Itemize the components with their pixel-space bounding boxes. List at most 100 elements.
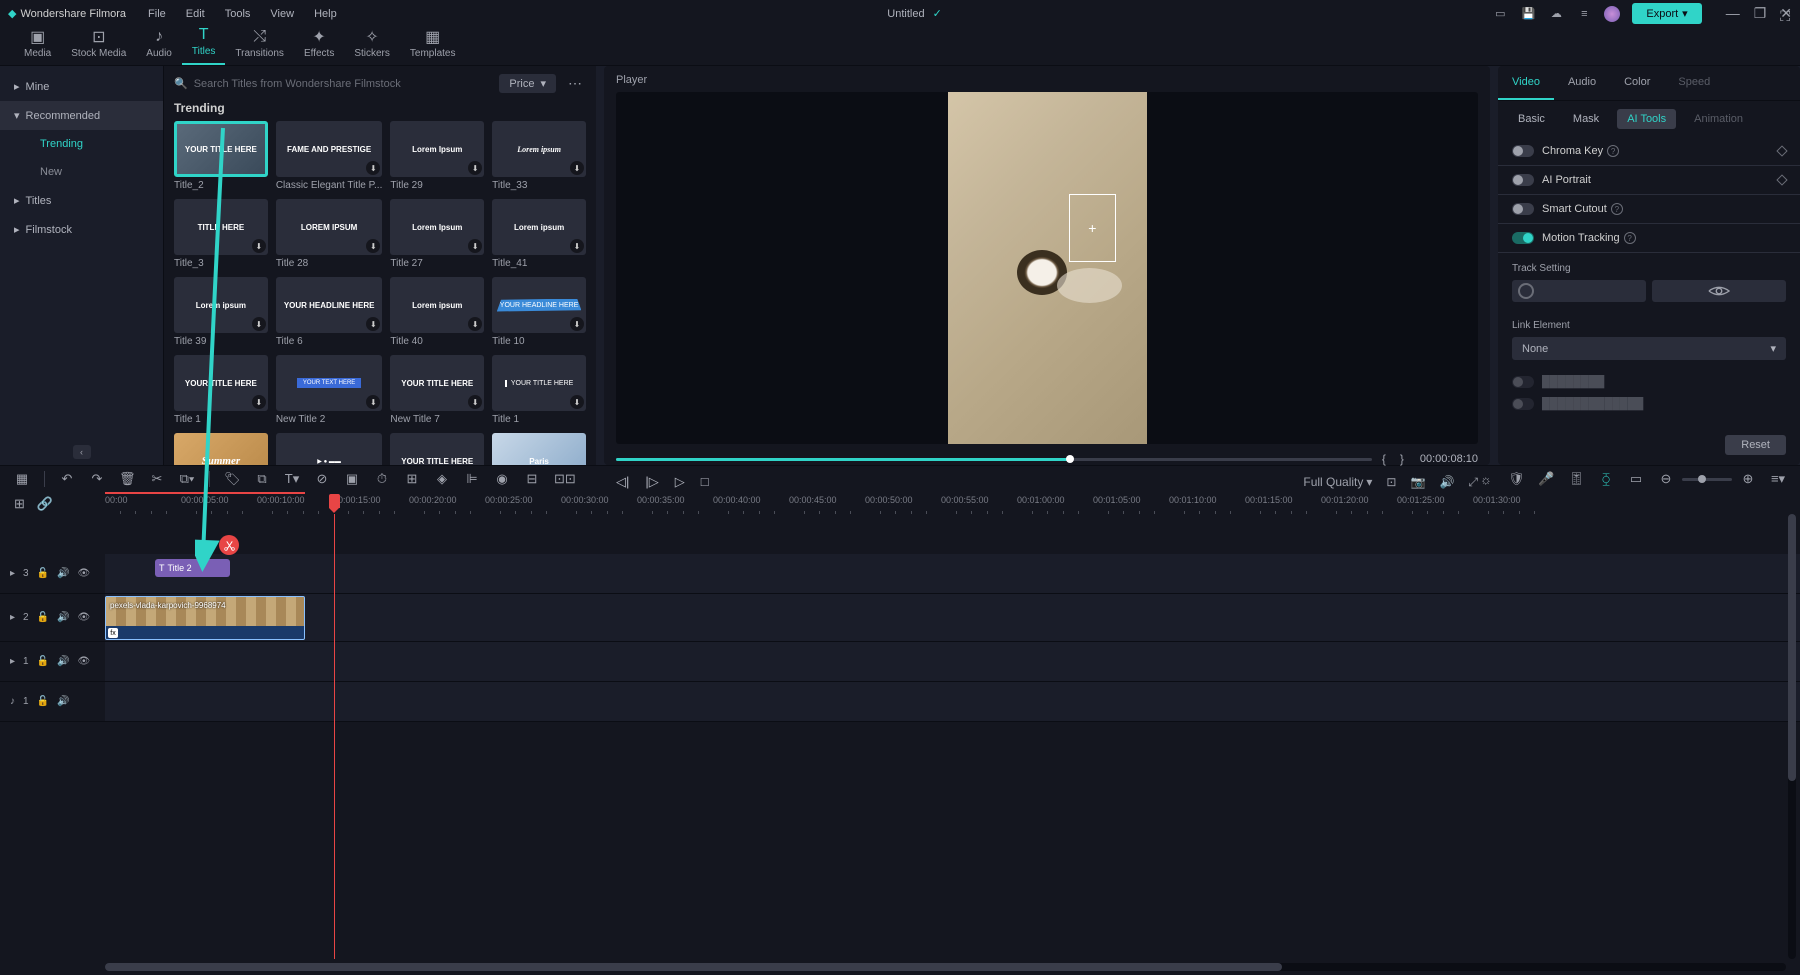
track-row-2[interactable]: pexels-vlada-karpovich-9968974 fx [105,594,1800,642]
keyframe-icon[interactable]: ◈ [434,471,450,487]
title-card[interactable]: Summer [174,433,268,465]
menu-file[interactable]: File [148,8,166,20]
mute-icon[interactable]: 🔊 [57,612,69,623]
title-thumbnail[interactable]: YOUR TITLE HERE [174,121,268,177]
menu-tools[interactable]: Tools [225,8,251,20]
timeline-tracks[interactable]: T Title 2 pexels-vlada-karpovich-9968974… [105,514,1800,959]
subtab-basic[interactable]: Basic [1508,109,1555,129]
snapshot-button-icon[interactable]: 📷 [1410,475,1425,489]
title-thumbnail[interactable]: YOUR HEADLINE HERE⬇ [492,277,586,333]
shield-icon[interactable]: 🛡 [1508,471,1524,487]
redo-icon[interactable]: ↷ [89,471,105,487]
download-icon[interactable]: ⬇ [252,239,266,253]
lock-icon[interactable]: 🔓 [37,656,49,667]
visibility-icon[interactable]: 👁 [78,612,91,623]
maximize-button[interactable]: ❐ [1754,5,1767,22]
tab-media[interactable]: ▣Media [14,26,61,65]
menu-help[interactable]: Help [314,8,337,20]
player-canvas[interactable] [948,92,1147,444]
title-thumbnail[interactable]: FAME AND PRESTIGE⬇ [276,121,383,177]
mark-out-button[interactable]: } [1400,452,1404,466]
track-row-3[interactable]: T Title 2 [105,554,1800,594]
toggle-ai-portrait[interactable] [1512,174,1534,186]
download-icon[interactable]: ⬇ [570,395,584,409]
text-icon[interactable]: T▾ [284,471,300,487]
visibility-icon[interactable]: 👁 [78,568,91,579]
title-card[interactable]: Lorem Ipsum⬇Title 27 [390,199,484,269]
tag-icon[interactable]: 🏷 [224,471,240,487]
title-card[interactable]: Lorem ipsum⬇Title 40 [390,277,484,347]
tab-video[interactable]: Video [1498,66,1554,100]
sidebar-item-titles[interactable]: ▸Titles [0,186,163,215]
title-card[interactable]: YOUR TITLE HERE⬇Title 1 [174,355,268,425]
download-icon[interactable]: ⬇ [252,395,266,409]
title-clip[interactable]: T Title 2 [155,559,230,577]
tab-templates[interactable]: ▦Templates [400,26,466,65]
title-card[interactable]: ▶ ● ▬▬ [276,433,383,465]
delete-icon[interactable]: 🗑 [119,471,135,487]
title-thumbnail[interactable]: Summer [174,433,268,465]
title-card[interactable]: Lorem ipsum⬇Title_41 [492,199,586,269]
lock-icon[interactable]: 🔓 [37,696,49,707]
download-icon[interactable]: ⬇ [468,239,482,253]
title-card[interactable]: Lorem Ipsum⬇Title 29 [390,121,484,191]
title-thumbnail[interactable]: Lorem ipsum⬇ [390,277,484,333]
title-thumbnail[interactable]: YOUR TEXT HERE⬇ [276,355,383,411]
title-thumbnail[interactable]: Lorem ipsum⬇ [492,199,586,255]
sidebar-item-mine[interactable]: ▸Mine [0,72,163,101]
toggle-chroma-key[interactable] [1512,145,1534,157]
help-icon[interactable]: ? [1611,203,1623,215]
subtab-ai-tools[interactable]: AI Tools [1617,109,1676,129]
crop-chevron-icon[interactable]: ⧉▾ [179,471,195,487]
menu-view[interactable]: View [270,8,294,20]
download-icon[interactable]: ⬇ [366,239,380,253]
download-icon[interactable]: ⬇ [366,161,380,175]
play-reverse-button[interactable]: |▷ [645,474,658,490]
volume-icon[interactable]: 🔊 [1439,475,1454,489]
sidebar-collapse-button[interactable]: ‹ [73,445,91,459]
prev-frame-button[interactable]: ◁| [616,474,629,490]
mute-icon[interactable]: 🔊 [57,656,69,667]
title-card[interactable]: YOUR TITLE HERETitle_2 [174,121,268,191]
player-scrubber[interactable] [616,458,1372,461]
motion-track-box[interactable] [1069,194,1116,262]
color-icon[interactable]: ▣ [344,471,360,487]
keyframe-diamond-icon[interactable] [1776,174,1787,185]
toggle-smart-cutout[interactable] [1512,203,1534,215]
download-icon[interactable]: ⬇ [570,317,584,331]
speed-icon[interactable]: ⊘ [314,471,330,487]
help-icon[interactable]: ? [1607,145,1619,157]
timeline-layout-icon[interactable]: ⊞ [14,496,25,512]
title-card[interactable]: TITLE HERE⬇Title_3 [174,199,268,269]
sidebar-item-trending[interactable]: Trending [0,130,163,158]
tab-titles[interactable]: TTitles [182,24,226,65]
layout-icon[interactable]: ▭ [1492,6,1508,22]
track-icon[interactable]: ⊟ [524,471,540,487]
link-element-dropdown[interactable]: None ▾ [1512,337,1786,360]
title-thumbnail[interactable]: Paris [492,433,586,465]
title-card[interactable]: YOUR TITLE HERE⬇New Title 7 [390,355,484,425]
help-icon[interactable]: ? [1624,232,1636,244]
tab-stickers[interactable]: ✧Stickers [344,26,400,65]
title-card[interactable]: YOUR HEADLINE HERE⬇Title 6 [276,277,383,347]
title-thumbnail[interactable]: YOUR TITLE HERE [390,433,484,465]
grid-icon[interactable]: ▦ [14,471,30,487]
tab-transitions[interactable]: ⤭Transitions [225,26,294,65]
keyframe-diamond-icon[interactable] [1776,145,1787,156]
download-icon[interactable]: ⬇ [252,317,266,331]
download-icon[interactable]: ⬇ [570,161,584,175]
title-card[interactable]: YOUR HEADLINE HERE⬇Title 10 [492,277,586,347]
minimize-button[interactable]: — [1726,5,1740,22]
title-thumbnail[interactable]: Lorem Ipsum⬇ [390,121,484,177]
title-thumbnail[interactable]: ▶ ● ▬▬ [276,433,383,465]
timeline-hscroll[interactable] [105,963,1786,971]
group-icon[interactable]: ⊡⊡ [554,471,570,487]
mute-icon[interactable]: 🔊 [57,568,69,579]
zoom-in-icon[interactable]: ⊕ [1740,471,1756,487]
visibility-icon[interactable]: 👁 [78,656,91,667]
display-settings-icon[interactable]: ⊡ [1386,475,1396,489]
title-thumbnail[interactable]: TITLE HERE⬇ [174,199,268,255]
timeline-vscroll[interactable] [1788,514,1796,959]
title-card[interactable]: LOREM IPSUM⬇Title 28 [276,199,383,269]
title-card[interactable]: YOUR TEXT HERE⬇New Title 2 [276,355,383,425]
